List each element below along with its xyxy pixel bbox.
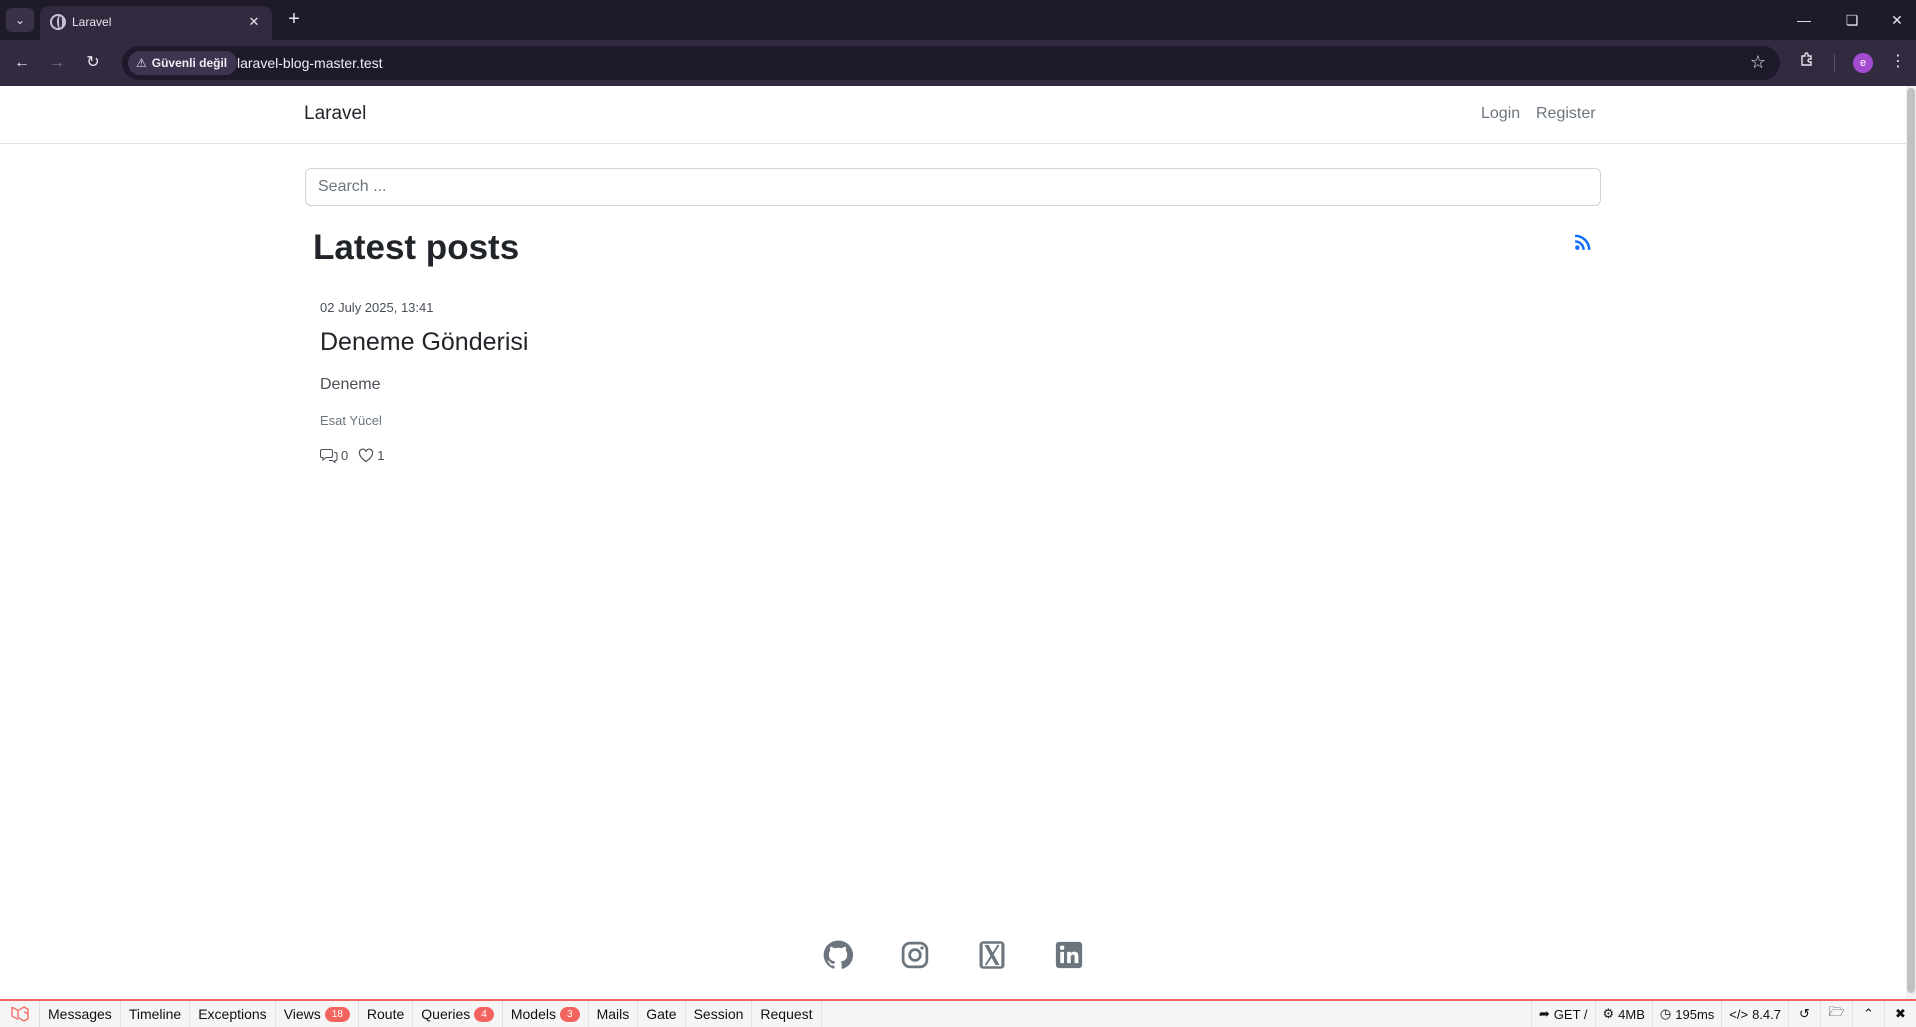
browser-tabstrip: ⌄ Laravel ✕ + — ❏ ✕ [0, 0, 1916, 40]
debugbar-tab-queries[interactable]: Queries 4 [413, 1001, 503, 1027]
post-title-link[interactable]: Deneme Gönderisi [320, 328, 1220, 357]
window-close-icon[interactable]: ✕ [1883, 8, 1911, 32]
site-navbar: Laravel Login Register [0, 86, 1906, 144]
post-author[interactable]: Esat Yücel [320, 413, 1220, 428]
route-value: GET / [1553, 1006, 1588, 1022]
tab-label: Mails [596, 1006, 630, 1022]
tab-label: Session [693, 1006, 744, 1022]
tab-search-chevron-icon[interactable]: ⌄ [6, 8, 34, 32]
page-title: Latest posts [313, 228, 520, 267]
tab-label: Timeline [128, 1006, 182, 1022]
tab-label: Route [366, 1006, 405, 1022]
time-indicator[interactable]: ◷ 195ms [1651, 1001, 1721, 1027]
minimize-icon[interactable]: — [1790, 8, 1818, 32]
time-value: 195ms [1675, 1006, 1715, 1022]
tab-label: Messages [48, 1006, 112, 1022]
post-excerpt: Deneme [320, 376, 381, 393]
kebab-menu-icon[interactable]: ⋮ [1888, 51, 1908, 73]
debugbar-tab-models[interactable]: Models 3 [503, 1001, 589, 1027]
memory-indicator[interactable]: ⚙ 4MB [1594, 1001, 1652, 1027]
security-chip[interactable]: ⚠ Güvenli değil [128, 51, 238, 75]
memory-value: 4MB [1618, 1006, 1645, 1022]
address-bar[interactable]: ⚠ Güvenli değil laravel-blog-master.test… [122, 46, 1780, 80]
models-count-badge: 3 [560, 1006, 580, 1022]
footer-social-links [0, 940, 1906, 970]
debugbar: Messages Timeline Exceptions Views 18 Rou… [0, 999, 1916, 1027]
extensions-puzzle-icon[interactable] [1796, 51, 1818, 73]
github-icon[interactable] [823, 940, 853, 970]
register-link[interactable]: Register [1536, 105, 1596, 123]
x-twitter-icon[interactable] [977, 940, 1007, 970]
url-text[interactable]: laravel-blog-master.test [237, 55, 383, 71]
rss-feed-icon[interactable] [1574, 233, 1592, 251]
clock-icon: ◷ [1659, 1006, 1672, 1021]
comments-icon [320, 448, 338, 463]
laravel-logo-icon[interactable] [0, 1001, 40, 1027]
tab-label: Models [510, 1006, 556, 1022]
post-date: 02 July 2025, 13:41 [320, 300, 434, 315]
tab-label: Gate [646, 1006, 677, 1022]
debugbar-tab-request[interactable]: Request [752, 1001, 822, 1027]
debugbar-tab-timeline[interactable]: Timeline [121, 1001, 191, 1027]
tab-label: Request [760, 1006, 813, 1022]
tab-title: Laravel [72, 15, 112, 29]
debugbar-tab-session[interactable]: Session [686, 1001, 753, 1027]
back-arrow-icon[interactable]: ← [9, 50, 35, 76]
warning-triangle-icon: ⚠ [136, 56, 147, 70]
debugbar-close-icon[interactable]: ✖ [1884, 1001, 1916, 1027]
debugbar-tab-exceptions[interactable]: Exceptions [190, 1001, 276, 1027]
site-brand[interactable]: Laravel [304, 103, 366, 125]
debugbar-tab-views[interactable]: Views 18 [276, 1001, 359, 1027]
folder-open-icon[interactable]: 🗁 [1820, 1001, 1852, 1027]
bookmark-star-icon[interactable]: ☆ [1750, 52, 1766, 73]
login-link[interactable]: Login [1481, 105, 1520, 123]
post-card: 02 July 2025, 13:41 Deneme Gönderisi Den… [320, 300, 1220, 463]
tab-label: Exceptions [198, 1006, 267, 1022]
browser-tab[interactable]: Laravel ✕ [40, 6, 272, 40]
globe-icon [50, 14, 66, 30]
comments-stat[interactable]: 0 [320, 447, 348, 463]
debugbar-tab-route[interactable]: Route [359, 1001, 414, 1027]
tab-label: Views [283, 1006, 321, 1022]
cogs-icon: ⚙ [1602, 1006, 1615, 1021]
debugbar-tab-mails[interactable]: Mails [589, 1001, 639, 1027]
reload-icon[interactable]: ↻ [80, 50, 106, 76]
views-count-badge: 18 [324, 1006, 350, 1022]
tab-label: Queries [421, 1006, 471, 1022]
browser-toolbar: ← → ↻ ⚠ Güvenli değil laravel-blog-maste… [0, 40, 1916, 86]
toolbar-separator [1834, 54, 1835, 72]
debugbar-tab-messages[interactable]: Messages [40, 1001, 121, 1027]
history-icon[interactable]: ↺ [1788, 1001, 1820, 1027]
php-version-value: 8.4.7 [1752, 1006, 1781, 1022]
likes-stat[interactable]: 1 [358, 448, 384, 463]
queries-count-badge: 4 [474, 1006, 494, 1022]
post-stats: 0 1 [320, 447, 1220, 463]
heart-icon [359, 447, 374, 462]
scrollbar-thumb[interactable] [1907, 88, 1915, 993]
comments-count: 0 [341, 447, 349, 463]
debugbar-tab-gate[interactable]: Gate [638, 1001, 686, 1027]
page-scrollbar[interactable] [1906, 86, 1916, 999]
php-version-indicator[interactable]: </> 8.4.7 [1721, 1001, 1788, 1027]
share-arrow-icon: ➦ [1538, 1006, 1550, 1021]
linkedin-icon[interactable] [1054, 940, 1084, 970]
route-indicator[interactable]: ➦ GET / [1530, 1001, 1595, 1027]
likes-count: 1 [377, 447, 385, 463]
code-icon: </> [1729, 1006, 1749, 1022]
tab-close-icon[interactable]: ✕ [244, 12, 264, 32]
security-label: Güvenli değil [151, 56, 228, 70]
chevron-up-icon[interactable]: ⌃ [1852, 1001, 1884, 1027]
debugbar-indicators: ➦ GET / ⚙ 4MB ◷ 195ms </> 8.4.7 ↺ 🗁 ⌃ ✖ [1530, 1001, 1916, 1027]
new-tab-plus-icon[interactable]: + [282, 8, 306, 32]
profile-avatar[interactable]: e [1853, 53, 1873, 73]
search-input[interactable] [305, 168, 1601, 206]
forward-arrow-icon[interactable]: → [44, 50, 70, 76]
restore-icon[interactable]: ❏ [1838, 8, 1866, 32]
instagram-icon[interactable] [900, 940, 930, 970]
